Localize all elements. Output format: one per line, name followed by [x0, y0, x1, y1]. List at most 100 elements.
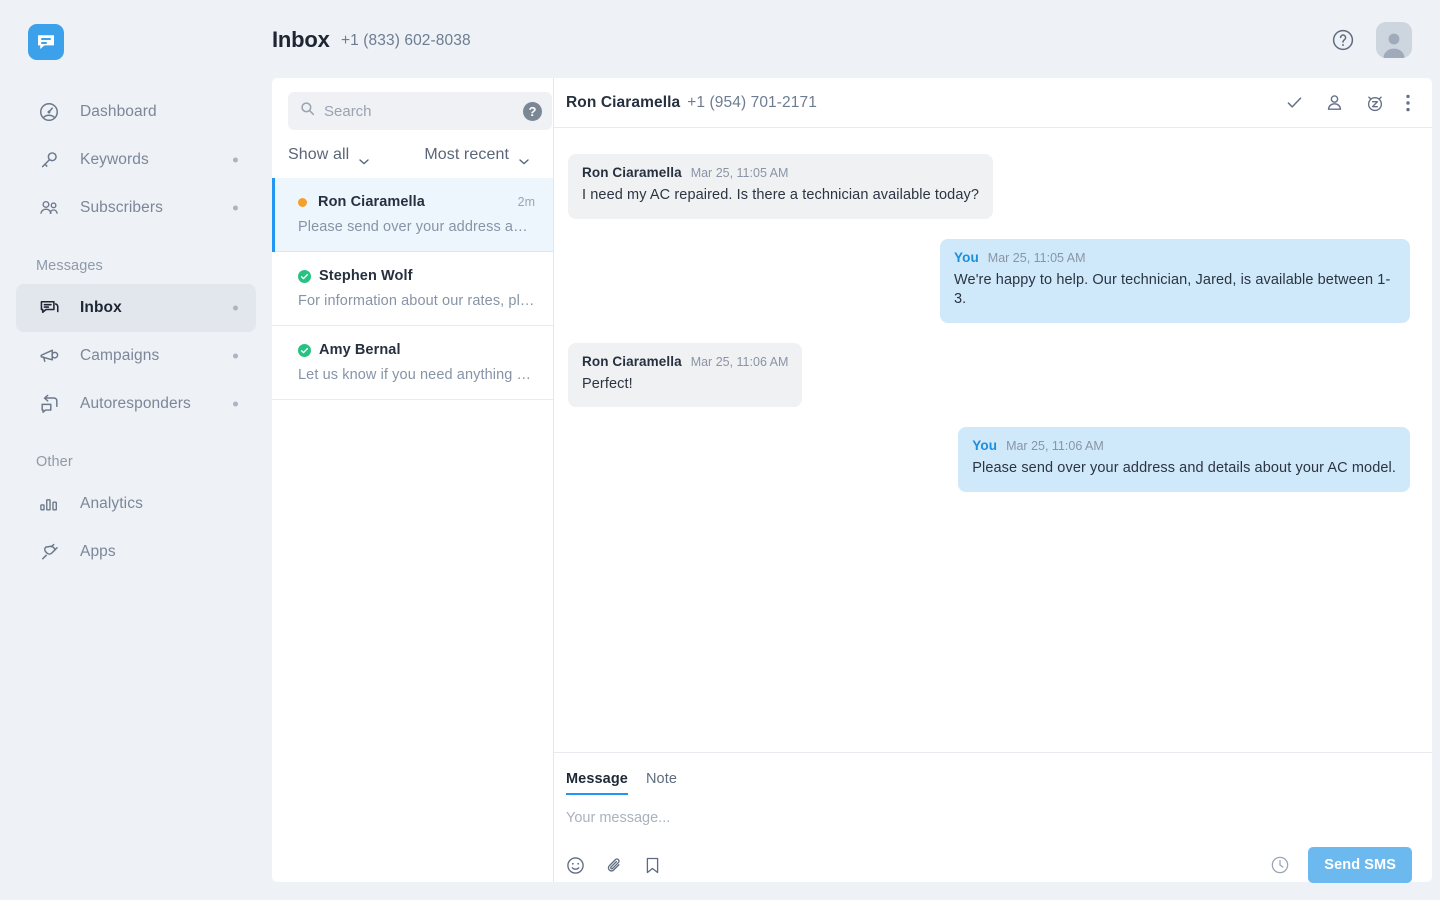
top-header: Inbox +1 (833) 602-8038	[272, 0, 1440, 80]
send-sms-button[interactable]: Send SMS	[1308, 847, 1412, 883]
sidebar-item-apps[interactable]: Apps	[16, 528, 256, 576]
composer-toolbar: Send SMS	[566, 847, 1412, 883]
resolved-check-icon	[298, 344, 311, 357]
resolve-check-icon[interactable]	[1285, 93, 1304, 112]
sidebar-group-messages: Messages	[16, 258, 256, 274]
app-root: Dashboard Keywords	[0, 0, 1440, 900]
composer-tabs: Message Note	[566, 771, 1412, 795]
conversation-thread-panel: Ron Ciaramella +1 (954) 701-2171	[554, 78, 1432, 882]
sidebar-item-label: Keywords	[80, 151, 149, 169]
thread-toolbar	[1285, 93, 1410, 113]
message-input[interactable]	[566, 810, 1412, 826]
message-meta: Ron Ciaramella Mar 25, 11:06 AM	[582, 354, 788, 369]
sidebar-item-dot	[233, 206, 238, 211]
search-input[interactable]	[324, 103, 523, 120]
sidebar-item-label: Subscribers	[80, 199, 163, 217]
sidebar-item-dashboard[interactable]: Dashboard	[16, 88, 256, 136]
search-help-badge-icon[interactable]: ?	[523, 102, 542, 121]
conversation-list-item[interactable]: Ron Ciaramella 2m Please send over your …	[272, 178, 553, 252]
bar-chart-icon	[36, 492, 62, 516]
sidebar-item-campaigns[interactable]: Campaigns	[16, 332, 256, 380]
avatar[interactable]	[1376, 22, 1412, 58]
chevron-down-icon	[519, 152, 529, 158]
message-timestamp: Mar 25, 11:05 AM	[691, 166, 789, 180]
message-bubble-incoming: Ron Ciaramella Mar 25, 11:05 AM I need m…	[568, 154, 993, 219]
attachment-paperclip-icon[interactable]	[605, 856, 624, 875]
emoji-smiley-icon[interactable]	[566, 856, 585, 875]
filter-show-all-label: Show all	[288, 146, 349, 164]
chat-icon	[36, 296, 62, 320]
conversation-preview: Let us know if you need anything else!	[298, 367, 535, 383]
message-meta: Ron Ciaramella Mar 25, 11:05 AM	[582, 165, 979, 180]
plug-icon	[36, 540, 62, 564]
composer-icon-group	[566, 856, 661, 875]
conversation-name: Ron Ciaramella	[318, 194, 425, 210]
clock-schedule-icon[interactable]	[1270, 855, 1290, 875]
saved-reply-bookmark-icon[interactable]	[644, 856, 661, 875]
conversation-header-row: Stephen Wolf	[298, 268, 535, 284]
sidebar-item-label: Inbox	[80, 299, 122, 317]
message-bubble-outgoing: You Mar 25, 11:06 AM Please send over yo…	[958, 427, 1410, 492]
sidebar: Dashboard Keywords	[0, 0, 272, 900]
contact-person-icon[interactable]	[1325, 93, 1344, 112]
sidebar-item-dot	[233, 402, 238, 407]
filter-show-all[interactable]: Show all	[288, 146, 369, 164]
sidebar-item-dot	[233, 354, 238, 359]
sidebar-item-inbox[interactable]: Inbox	[16, 284, 256, 332]
tab-message[interactable]: Message	[566, 771, 628, 795]
snooze-alarm-icon[interactable]	[1365, 93, 1385, 113]
message-sender: You	[954, 250, 979, 265]
message-sender: Ron Ciaramella	[582, 165, 682, 180]
tab-note[interactable]: Note	[646, 771, 677, 793]
help-circle-icon[interactable]	[1330, 27, 1356, 53]
page-title: Inbox	[272, 27, 330, 53]
conversation-list-panel: ? Show all M	[272, 78, 554, 882]
app-logo[interactable]	[28, 24, 64, 60]
sidebar-group-other: Other	[16, 454, 256, 470]
sidebar-item-label: Autoresponders	[80, 395, 191, 413]
thread-contact-name: Ron Ciaramella	[566, 94, 680, 112]
conversation-preview: Please send over your address and ...	[298, 219, 535, 235]
message-text: Perfect!	[582, 375, 788, 395]
sidebar-item-analytics[interactable]: Analytics	[16, 480, 256, 528]
filter-sort-order[interactable]: Most recent	[424, 146, 529, 164]
gauge-icon	[36, 100, 62, 124]
sidebar-nav: Dashboard Keywords	[16, 88, 256, 576]
resolved-check-icon	[298, 270, 311, 283]
message-text: We're happy to help. Our technician, Jar…	[954, 271, 1396, 310]
thread-contact-phone: +1 (954) 701-2171	[687, 94, 817, 112]
chevron-down-icon	[359, 152, 369, 158]
conversation-list: Ron Ciaramella 2m Please send over your …	[272, 178, 553, 400]
conversation-header-row: Amy Bernal	[298, 342, 535, 358]
sidebar-item-keywords[interactable]: Keywords	[16, 136, 256, 184]
header-actions	[1330, 22, 1412, 58]
message-row: Ron Ciaramella Mar 25, 11:05 AM I need m…	[568, 154, 1410, 219]
key-icon	[36, 148, 62, 172]
message-bubble-incoming: Ron Ciaramella Mar 25, 11:06 AM Perfect!	[568, 343, 802, 408]
message-meta: You Mar 25, 11:06 AM	[972, 438, 1396, 453]
more-kebab-icon[interactable]	[1406, 94, 1410, 112]
search-box[interactable]: ?	[288, 92, 552, 130]
message-text: I need my AC repaired. Is there a techni…	[582, 186, 979, 206]
sidebar-item-autoresponders[interactable]: Autoresponders	[16, 380, 256, 428]
sidebar-item-dot	[233, 158, 238, 163]
composer-send-group: Send SMS	[1270, 847, 1412, 883]
message-timestamp: Mar 25, 11:06 AM	[1006, 439, 1104, 453]
sidebar-item-subscribers[interactable]: Subscribers	[16, 184, 256, 232]
message-row: Ron Ciaramella Mar 25, 11:06 AM Perfect!	[568, 343, 1410, 408]
thread-header: Ron Ciaramella +1 (954) 701-2171	[554, 78, 1432, 128]
filter-sort-label: Most recent	[424, 146, 509, 164]
conversation-header-row: Ron Ciaramella 2m	[298, 194, 535, 210]
unread-status-dot-icon	[298, 198, 307, 207]
search-icon	[300, 101, 315, 121]
conversation-list-item[interactable]: Amy Bernal Let us know if you need anyth…	[272, 326, 553, 400]
message-text: Please send over your address and detail…	[972, 459, 1396, 479]
message-thread: Ron Ciaramella Mar 25, 11:05 AM I need m…	[554, 128, 1432, 752]
reply-arrow-icon	[36, 392, 62, 416]
conversation-list-item[interactable]: Stephen Wolf For information about our r…	[272, 252, 553, 326]
conversation-timestamp: 2m	[518, 195, 535, 209]
megaphone-icon	[36, 344, 62, 368]
sidebar-item-label: Apps	[80, 543, 116, 561]
conversation-preview: For information about our rates, plea...	[298, 293, 535, 309]
sidebar-item-dot	[233, 306, 238, 311]
